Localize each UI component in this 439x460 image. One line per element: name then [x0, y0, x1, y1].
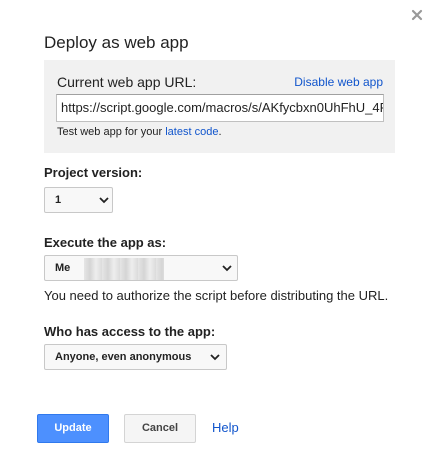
update-button[interactable]: Update — [37, 414, 109, 443]
project-version-select[interactable]: 1 — [44, 187, 113, 213]
access-select[interactable]: Anyone, even anonymous — [44, 344, 227, 370]
url-label: Current web app URL: — [57, 74, 197, 90]
test-prefix: Test web app for your — [57, 126, 163, 138]
help-link[interactable]: Help — [212, 420, 239, 435]
execute-as-label: Execute the app as: — [44, 235, 167, 250]
test-suffix: . — [218, 126, 222, 138]
test-web-app-text: Test web app for your latest code. — [57, 126, 222, 138]
access-value: Anyone, even anonymous — [55, 351, 192, 363]
disable-web-app-link[interactable]: Disable web app — [294, 75, 383, 89]
project-version-label: Project version: — [44, 165, 143, 180]
web-app-url-field[interactable]: https://script.google.com/macros/s/AKfyc… — [56, 94, 384, 122]
authorize-notice: You need to authorize the script before … — [44, 288, 389, 303]
chevron-down-icon — [222, 265, 232, 272]
execute-as-value: Me — [55, 262, 71, 274]
access-label: Who has access to the app: — [44, 324, 216, 339]
dialog-title: Deploy as web app — [44, 33, 189, 52]
url-panel: Current web app URL: Disable web app htt… — [44, 60, 395, 153]
chevron-down-icon — [210, 354, 220, 361]
cancel-button[interactable]: Cancel — [124, 414, 196, 443]
deploy-dialog: Deploy as web app Current web app URL: D… — [0, 0, 439, 460]
latest-code-link[interactable]: latest code — [165, 126, 218, 138]
redacted-account-blur — [84, 258, 164, 280]
project-version-value: 1 — [55, 194, 62, 206]
chevron-down-icon — [99, 197, 109, 204]
close-icon[interactable] — [408, 6, 426, 24]
